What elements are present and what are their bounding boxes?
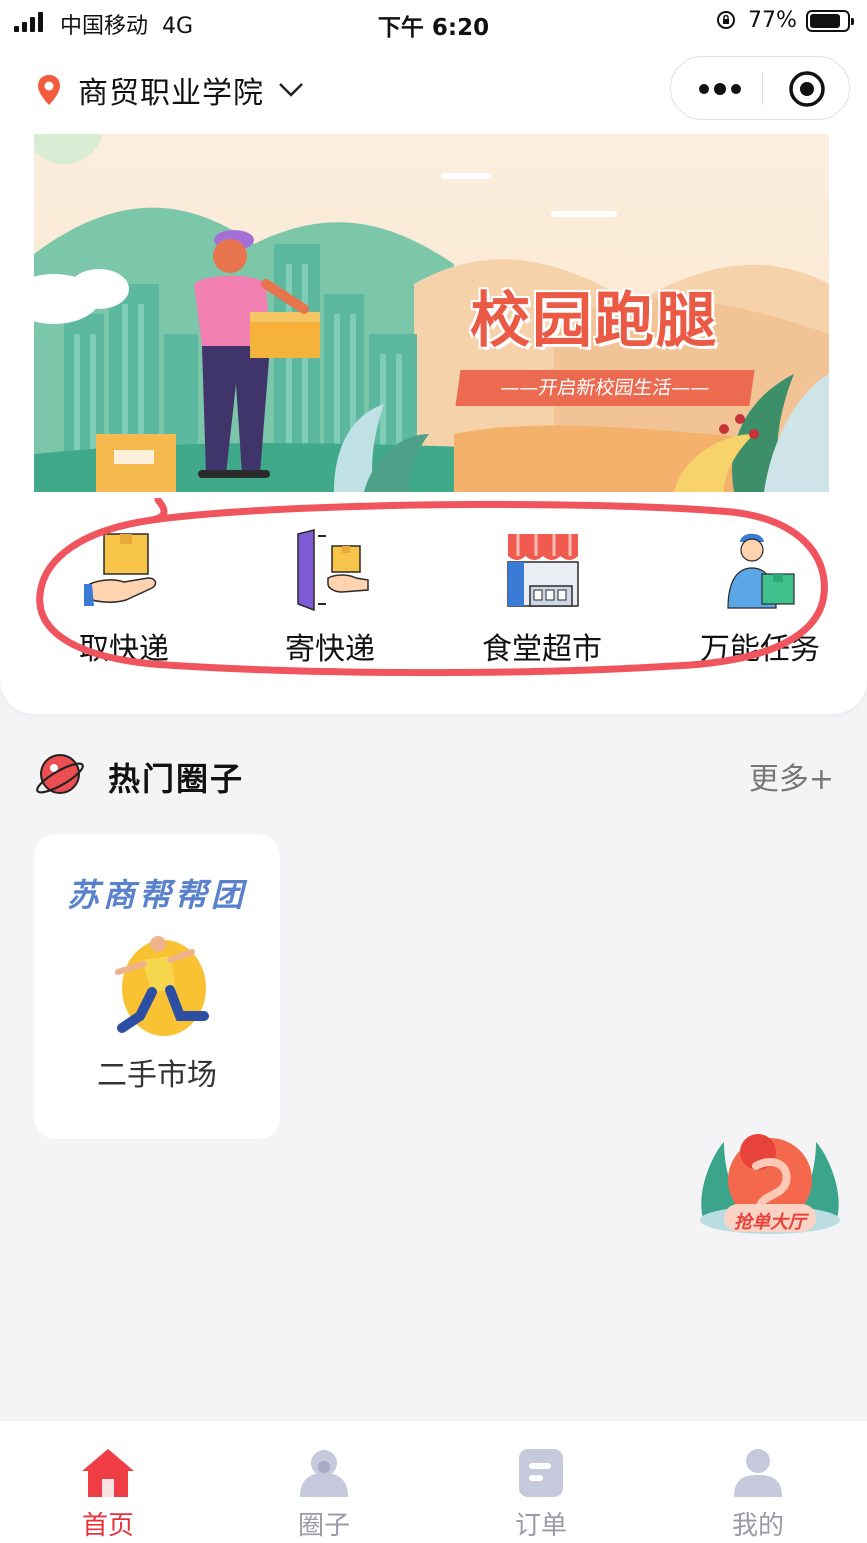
hot-circles-header: 热门圈子 更多+ <box>34 746 834 802</box>
package-in-hand-icon <box>84 533 157 606</box>
courier-person-icon <box>727 533 795 609</box>
location-selector[interactable]: 商贸职业学院 <box>36 68 304 112</box>
hot-circles-title: 热门圈子 <box>108 760 245 798</box>
location-pin-icon <box>38 75 60 105</box>
planet-icon <box>36 754 84 794</box>
tab-orders[interactable]: 订单 <box>433 1421 649 1543</box>
service-send-express[interactable]: 寄快递 <box>240 520 420 667</box>
battery-percent: 77% <box>748 8 797 33</box>
service-label: 食堂超市 <box>482 632 602 667</box>
promo-banner[interactable]: 校园跑腿 ——开启新校园生活—— <box>34 134 829 492</box>
clock: 下午 6:20 <box>377 15 490 41</box>
tab-label: 首页 <box>81 1511 134 1541</box>
banner-subtitle: ——开启新校园生活—— <box>455 370 755 406</box>
location-name: 商贸职业学院 <box>78 76 264 111</box>
banner-title: 校园跑腿 <box>470 286 718 356</box>
send-package-door-icon <box>297 529 369 612</box>
running-person-icon <box>115 936 209 1036</box>
more-link[interactable]: 更多+ <box>749 754 834 798</box>
status-bar: 中国移动 4G 下午 6:20 77% <box>0 0 867 44</box>
storefront-icon <box>507 534 579 607</box>
service-grid: 取快递 寄快递 食堂超市 万能任务 <box>34 520 834 667</box>
tab-home[interactable]: 首页 <box>0 1421 216 1543</box>
miniprogram-capsule <box>670 56 850 120</box>
close-miniprogram-icon[interactable] <box>788 70 826 108</box>
circle-brand: 苏商帮帮团 <box>66 876 247 914</box>
tab-label: 我的 <box>731 1511 784 1541</box>
service-canteen-market[interactable]: 食堂超市 <box>452 520 632 667</box>
tab-profile[interactable]: 我的 <box>650 1421 866 1543</box>
battery-icon <box>806 10 854 32</box>
service-universal-task[interactable]: 万能任务 <box>670 520 850 667</box>
home-icon <box>82 1449 134 1497</box>
service-label: 万能任务 <box>700 632 820 667</box>
service-label: 寄快递 <box>285 632 375 667</box>
tab-circles[interactable]: 圈子 <box>216 1421 432 1543</box>
capsule-divider <box>762 73 763 105</box>
circle-card[interactable]: 苏商帮帮团 二手市场 <box>34 834 280 1139</box>
circle-people-icon <box>300 1450 348 1497</box>
service-label: 取快递 <box>79 632 169 667</box>
order-icon <box>519 1449 563 1497</box>
grab-order-label: 抢单大厅 <box>734 1212 806 1233</box>
tab-label: 订单 <box>514 1511 567 1541</box>
bottom-tab-bar: 首页 圈子 订单 我的 <box>0 1420 867 1543</box>
tab-label: 圈子 <box>297 1511 350 1541</box>
circle-label: 二手市场 <box>97 1058 217 1093</box>
rotation-lock-icon <box>717 11 735 29</box>
chevron-down-icon <box>279 83 303 97</box>
more-options-icon[interactable] <box>699 79 741 99</box>
profile-icon <box>734 1449 782 1497</box>
service-pickup-express[interactable]: 取快递 <box>34 520 214 667</box>
grab-order-hall-button[interactable]: 抢单大厅 <box>694 1122 846 1240</box>
